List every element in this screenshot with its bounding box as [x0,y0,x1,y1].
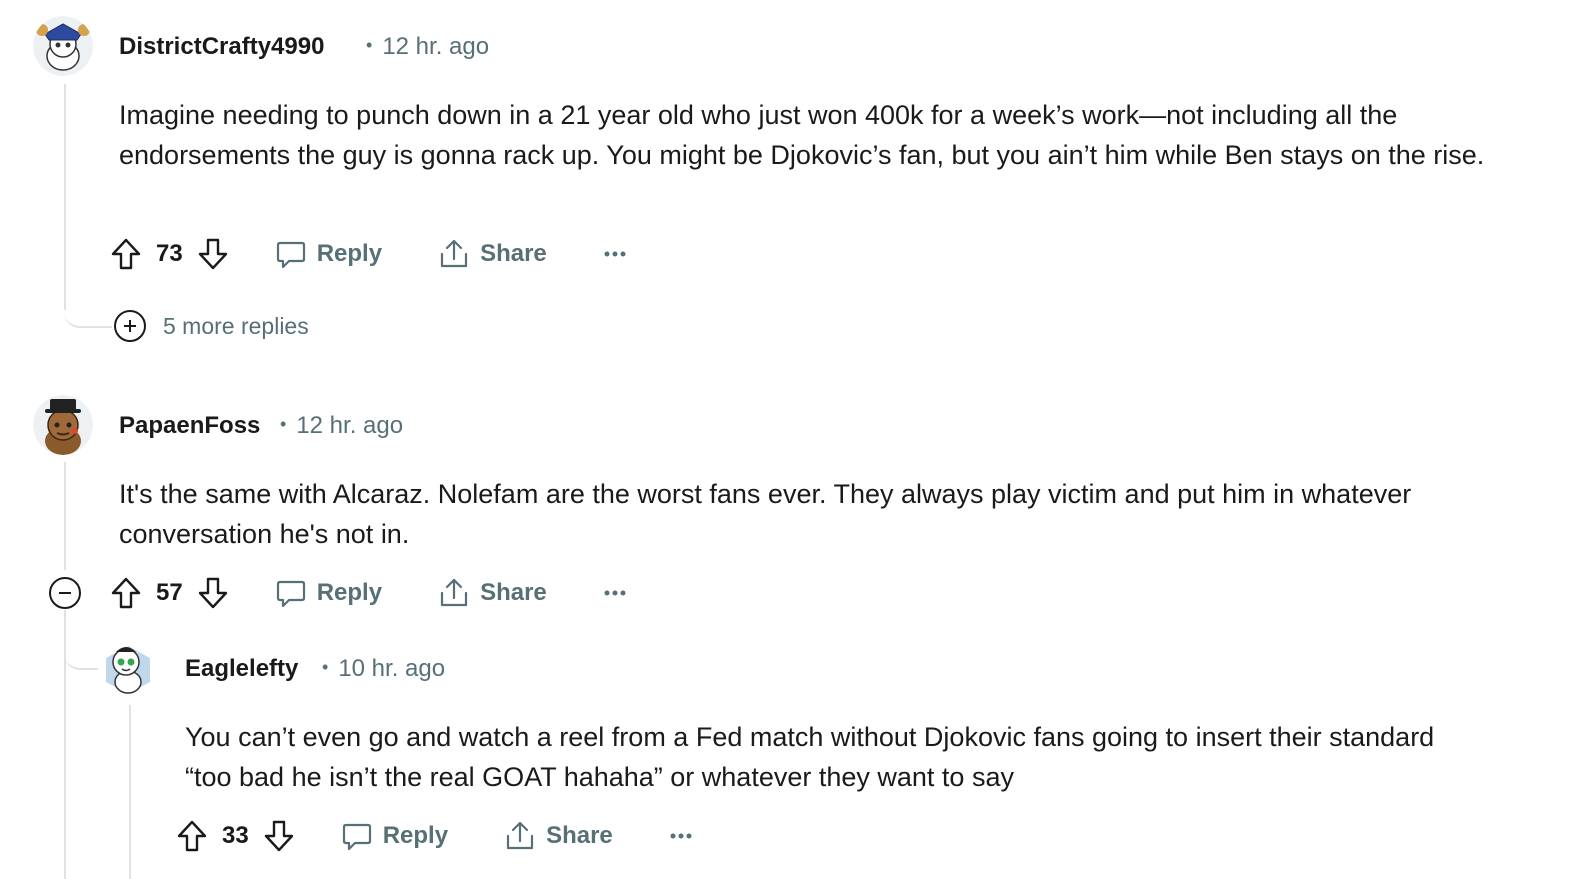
timestamp-text: 12 hr. ago [296,412,404,439]
share-label: Share [480,240,547,267]
thread-line-comment-2[interactable] [64,462,66,570]
collapse-thread-button[interactable] [49,577,81,609]
reply-icon [276,241,305,269]
meta-separator: • [366,35,373,55]
avatar-districtcrafty[interactable] [33,16,93,76]
vote-count: 33 [222,822,249,849]
downvote-icon[interactable] [197,576,229,610]
reply-icon [276,580,305,608]
upvote-icon[interactable] [110,576,142,610]
more-replies-link[interactable]: 5 more replies [114,310,309,342]
share-icon [440,239,468,268]
upvote-icon[interactable] [110,237,142,271]
downvote-icon[interactable] [197,237,229,271]
comment-body: It's the same with Alcaraz. Nolefam are … [119,479,1412,549]
comment-actions: 73 Reply Share [110,234,627,274]
meta-separator: • [280,414,287,434]
reply-icon [342,823,371,851]
minus-circle-icon [59,592,71,594]
vote-count: 73 [156,240,183,267]
reply-button[interactable]: Reply [275,238,382,270]
comment-body: Imagine needing to punch down in a 21 ye… [119,100,1485,170]
thread-line-comment-1[interactable] [64,84,66,310]
thread-line-comment-3[interactable] [129,705,131,879]
share-icon [440,578,468,607]
timestamp-text: 10 hr. ago [338,655,446,682]
timestamp-text: 12 hr. ago [382,33,490,60]
meta-separator: • [322,657,329,677]
plus-circle-icon[interactable] [114,310,146,342]
reply-button[interactable]: Reply [275,577,382,609]
vote-count: 57 [156,579,183,606]
thread-curve-more-replies [64,292,112,328]
thread-curve-reply [64,630,98,670]
share-icon [506,821,534,850]
username[interactable]: PapaenFoss [119,412,260,440]
reply-label: Reply [316,240,383,267]
comment-timestamp: • 10 hr. ago [322,655,445,683]
share-label: Share [480,579,547,606]
comment-actions: 57 Reply Share [110,573,627,613]
reply-label: Reply [316,579,383,606]
avatar-papaenfoss[interactable] [33,395,93,455]
avatar-eaglelefty[interactable] [98,638,158,698]
share-button[interactable]: Share [438,577,547,609]
username[interactable]: Eaglelefty [185,655,298,683]
downvote-icon[interactable] [263,819,295,853]
comment-actions: 33 Reply Share [176,816,693,856]
comment-timestamp: • 12 hr. ago [366,33,489,61]
username[interactable]: DistrictCrafty4990 [119,33,324,61]
share-button[interactable]: Share [504,820,613,852]
comment-timestamp: • 12 hr. ago [280,412,403,440]
comment-body: You can’t even go and watch a reel from … [185,722,1435,792]
more-options-icon[interactable] [603,250,627,258]
share-button[interactable]: Share [438,238,547,270]
reply-button[interactable]: Reply [341,820,448,852]
share-label: Share [546,822,613,849]
more-replies-label: 5 more replies [163,312,309,339]
upvote-icon[interactable] [176,819,208,853]
more-options-icon[interactable] [669,832,693,840]
reply-label: Reply [382,822,449,849]
more-options-icon[interactable] [603,589,627,597]
